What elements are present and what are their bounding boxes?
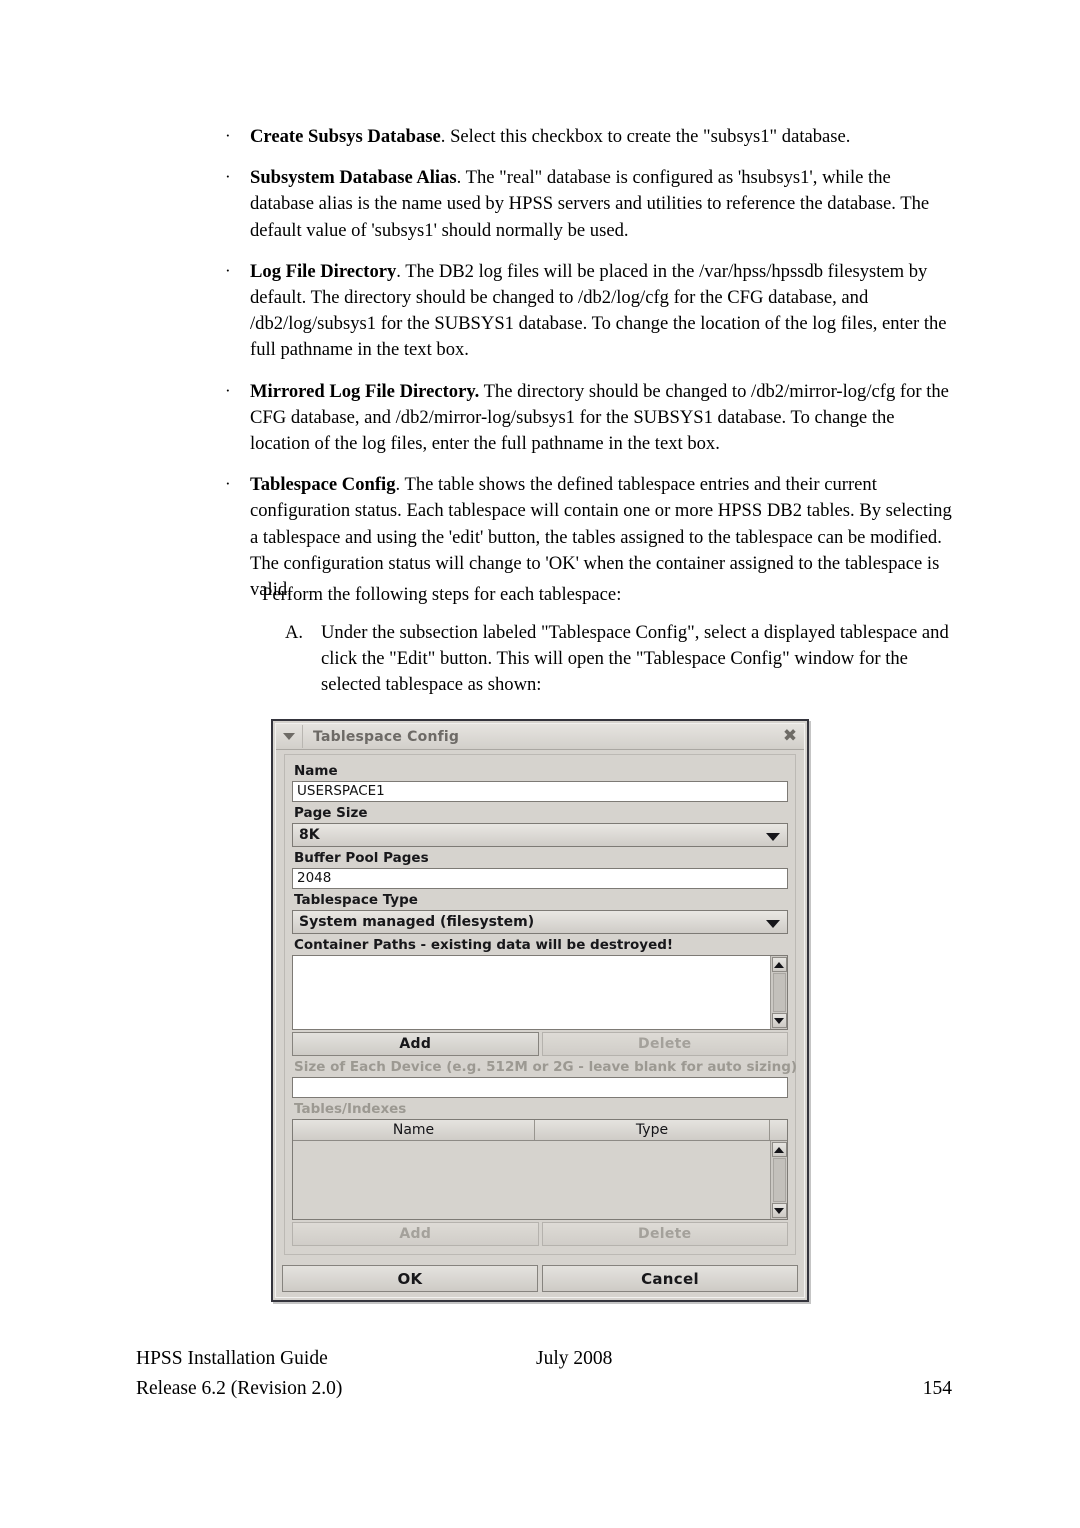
tablespace-type-select[interactable]: System managed (filesystem): [292, 910, 788, 934]
page-size-label: Page Size: [294, 805, 368, 821]
tables-add-button: Add: [292, 1222, 539, 1246]
list-item: · Create Subsys Database. Select this che…: [224, 124, 954, 150]
tables-delete-button: Delete: [541, 1222, 788, 1246]
step-text: Under the subsection labeled "Tablespace…: [321, 622, 949, 696]
scrollbar-track[interactable]: [772, 973, 786, 1012]
dialog-inner-frame: Tablespace Config ✖ Name USERSPACE1 Page…: [275, 723, 805, 1298]
footer-row-top: HPSS Installation Guide July 2008: [136, 1344, 952, 1374]
name-label: Name: [294, 763, 338, 779]
device-size-label: Size of Each Device (e.g. 512M or 2G - l…: [294, 1059, 798, 1075]
scrollbar-track[interactable]: [772, 1158, 786, 1202]
list-item-term: Create Subsys Database: [250, 126, 441, 147]
chevron-down-icon: [283, 733, 295, 740]
chevron-down-icon: [766, 833, 780, 841]
bullet-marker: ·: [225, 167, 231, 187]
tablespace-type-value: System managed (filesystem): [299, 914, 535, 930]
container-delete-button: Delete: [541, 1032, 788, 1056]
list-item: · Subsystem Database Alias. The "real" da…: [224, 165, 954, 244]
device-size-input[interactable]: [292, 1077, 788, 1098]
tables-indexes-button-row: Add Delete: [292, 1222, 788, 1246]
container-paths-scrollbar[interactable]: [770, 956, 787, 1029]
list-item-term: Mirrored Log File Directory.: [250, 380, 480, 402]
chevron-down-icon: [766, 920, 780, 928]
container-paths-list[interactable]: [292, 955, 788, 1030]
tables-indexes-table: Name Type: [292, 1119, 788, 1220]
tables-indexes-scrollbar[interactable]: [770, 1141, 787, 1219]
tablespace-type-label: Tablespace Type: [294, 892, 418, 908]
page-number: 154: [922, 1378, 952, 1399]
container-paths-button-row: Add Delete: [292, 1032, 788, 1056]
dialog-titlebar[interactable]: Tablespace Config ✖: [276, 724, 804, 750]
bullet-marker: ·: [225, 126, 231, 145]
step-list: A. Under the subsection labeled "Tablespa…: [285, 620, 965, 699]
cancel-button[interactable]: Cancel: [542, 1265, 798, 1292]
list-item-term: Tablespace Config: [250, 474, 396, 496]
name-input[interactable]: USERSPACE1: [292, 781, 788, 802]
container-paths-label: Container Paths - existing data will be …: [294, 937, 674, 953]
bullet-marker: ·: [225, 474, 231, 494]
bullet-marker: ·: [225, 380, 231, 400]
bullet-list: · Create Subsys Database. Select this che…: [224, 124, 954, 618]
tables-indexes-label: Tables/Indexes: [294, 1101, 407, 1117]
footer-guide-title: HPSS Installation Guide: [136, 1348, 328, 1369]
footer-release: Release 6.2 (Revision 2.0): [136, 1378, 343, 1399]
step-marker: A.: [285, 622, 304, 643]
window-menu-button[interactable]: [276, 725, 303, 748]
scroll-up-button[interactable]: [771, 1142, 787, 1157]
list-item: · Mirrored Log File Directory. The direct…: [224, 379, 954, 458]
list-item: · Log File Directory. The DB2 log files w…: [224, 259, 954, 364]
table-body[interactable]: [293, 1141, 770, 1219]
container-add-button[interactable]: Add: [292, 1032, 539, 1056]
table-header-row: Name Type: [293, 1120, 787, 1141]
scroll-down-button[interactable]: [771, 1203, 787, 1218]
list-item: A. Under the subsection labeled "Tablespa…: [285, 620, 965, 699]
tablespace-config-dialog: Tablespace Config ✖ Name USERSPACE1 Page…: [271, 719, 809, 1302]
list-item-term: Log File Directory: [250, 260, 397, 282]
ok-button[interactable]: OK: [282, 1265, 538, 1292]
column-header-spacer: [770, 1120, 787, 1140]
column-header-type[interactable]: Type: [535, 1120, 770, 1140]
dialog-footer: OK Cancel: [282, 1265, 798, 1292]
list-item-term: Subsystem Database Alias: [250, 167, 457, 189]
intro-paragraph: Perform the following steps for each tab…: [262, 584, 622, 605]
triangle-down-icon: [774, 1207, 784, 1214]
bullet-marker: ·: [225, 260, 231, 280]
page-size-value: 8K: [299, 827, 320, 843]
container-paths-list-body[interactable]: [293, 956, 770, 1029]
table-body-wrapper: [293, 1141, 787, 1219]
page-size-select[interactable]: 8K: [292, 823, 788, 847]
triangle-down-icon: [774, 1017, 784, 1024]
dialog-title: Tablespace Config: [313, 728, 460, 745]
page-footer: HPSS Installation Guide July 2008 Releas…: [136, 1344, 952, 1404]
buffer-pool-pages-label: Buffer Pool Pages: [294, 850, 429, 866]
scroll-down-button[interactable]: [771, 1013, 787, 1028]
list-item-text: . Select this checkbox to create the "su…: [440, 126, 851, 147]
triangle-up-icon: [774, 961, 784, 968]
scroll-up-button[interactable]: [771, 957, 787, 972]
footer-date: July 2008: [536, 1348, 613, 1369]
column-header-name[interactable]: Name: [293, 1120, 535, 1140]
close-icon[interactable]: ✖: [776, 725, 804, 748]
triangle-up-icon: [774, 1146, 784, 1153]
buffer-pool-pages-input[interactable]: 2048: [292, 868, 788, 889]
footer-row-bottom: Release 6.2 (Revision 2.0) 154: [136, 1374, 952, 1404]
dialog-content: Name USERSPACE1 Page Size 8K Buffer Pool…: [284, 754, 798, 1255]
